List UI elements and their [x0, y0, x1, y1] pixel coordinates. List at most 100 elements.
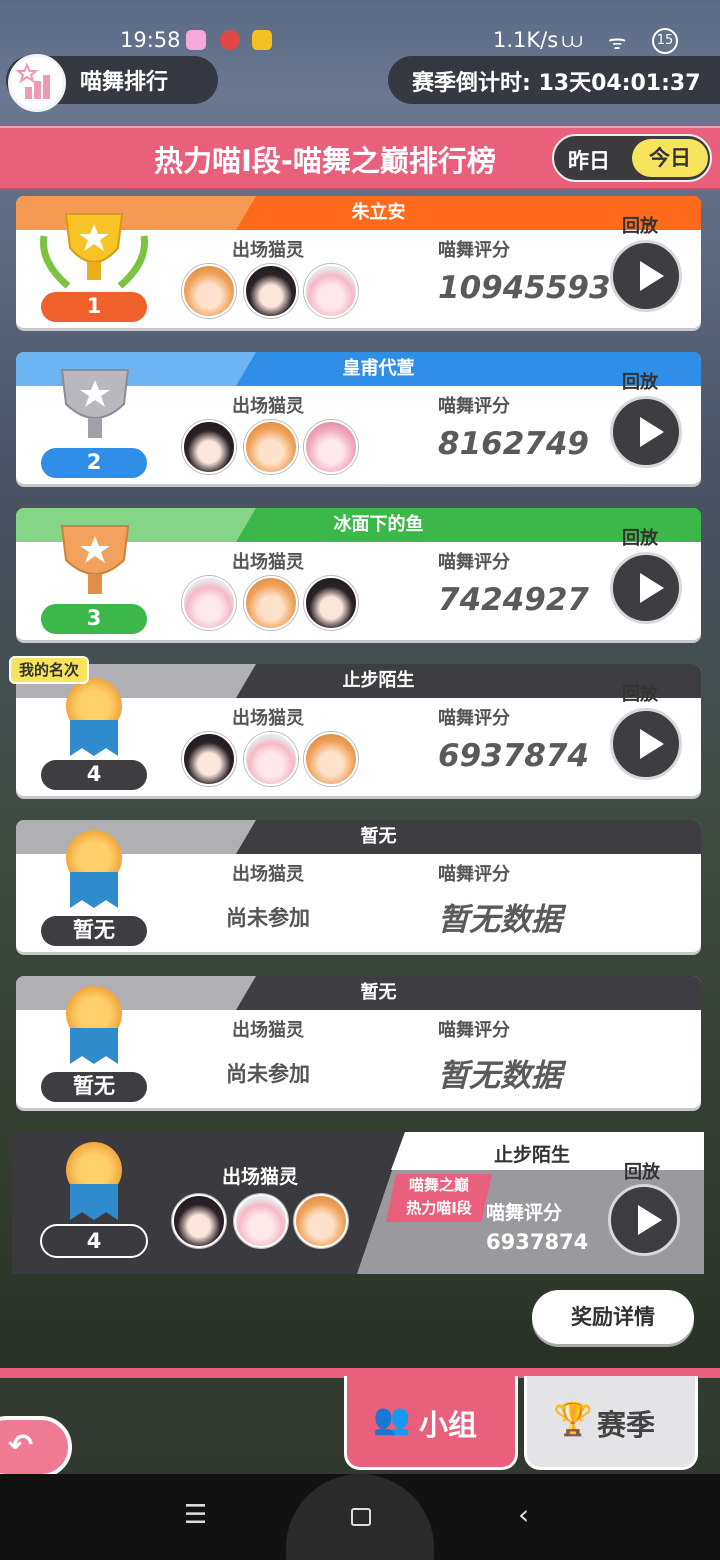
silver-trophy-icon	[50, 364, 140, 448]
menu-icon[interactable]: ☰	[184, 1500, 207, 1530]
character-avatar	[182, 264, 236, 318]
my-score: 6937874	[486, 1230, 589, 1254]
day-toggle[interactable]: 昨日 今日	[552, 134, 712, 182]
score-label: 喵舞评分	[438, 864, 510, 885]
player-name: 冰面下的鱼	[333, 514, 424, 535]
app-notification-icon	[186, 30, 206, 50]
replay-label: 回放	[622, 528, 658, 549]
characters-label: 出场猫灵	[232, 864, 304, 885]
no-data-text: 暂无数据	[438, 1058, 562, 1094]
rank-badge: 暂无	[41, 916, 147, 946]
system-nav-bar: ☰ ‹	[0, 1474, 720, 1560]
characters-label: 出场猫灵	[232, 396, 304, 417]
no-data-text: 暂无数据	[438, 902, 562, 938]
my-player-name: 止步陌生	[493, 1144, 570, 1166]
character-avatar	[244, 576, 298, 630]
rank-badge: 2	[41, 448, 147, 478]
medal-ribbon	[70, 872, 118, 908]
replay-play-button[interactable]	[610, 708, 682, 780]
character-avatar	[234, 1194, 288, 1248]
characters-label: 出场猫灵	[232, 1020, 304, 1041]
player-name: 止步陌生	[342, 670, 415, 691]
season-countdown: 赛季倒计时: 13天04:01:37	[412, 71, 701, 96]
player-score: 6937874	[438, 738, 589, 774]
character-avatar	[182, 732, 236, 786]
tab-season-label: 赛季	[597, 1408, 656, 1442]
group-people-icon: 👥	[373, 1402, 411, 1437]
rank-badge: 暂无	[41, 1072, 147, 1102]
battery-icon: 15	[652, 28, 678, 54]
medal-ribbon	[70, 1028, 118, 1064]
tab-group[interactable]: 👥 小组	[344, 1376, 518, 1470]
trophy-icon: 🏆	[553, 1400, 593, 1438]
medal-ribbon	[70, 1184, 118, 1220]
replay-label: 回放	[622, 684, 658, 705]
rank-card-2: 皇甫代萱 2 出场猫灵 喵舞评分 8162749 回放	[16, 352, 701, 484]
rank-badge: 3	[41, 604, 147, 634]
replay-play-button[interactable]	[610, 240, 682, 312]
not-joined-text: 尚未参加	[226, 1062, 310, 1086]
rank-card-1: 朱立安 1 出场猫灵 喵舞评分 10945593 回放	[16, 196, 701, 328]
player-name: 皇甫代萱	[342, 358, 415, 379]
medal-ribbon	[70, 720, 118, 756]
replay-label: 回放	[622, 372, 658, 393]
score-label: 喵舞评分	[438, 708, 510, 729]
characters-label: 出场猫灵	[232, 708, 304, 729]
score-label: 喵舞评分	[438, 240, 510, 261]
rank-badge: 4	[41, 760, 147, 790]
my-summary-panel: 4 出场猫灵 止步陌生 喵舞之巅 热力喵I段 喵舞评分 6937874 回放	[12, 1132, 704, 1274]
replay-play-button[interactable]	[608, 1184, 680, 1256]
character-avatar	[304, 264, 358, 318]
chat-notification-icon	[252, 30, 272, 50]
rank-card-4: 止步陌生 4 出场猫灵 喵舞评分 6937874 回放	[16, 664, 701, 796]
rank-badge: 1	[41, 292, 147, 322]
rank-card-5: 暂无 暂无 出场猫灵 喵舞评分 尚未参加 暂无数据	[16, 820, 701, 952]
character-avatar	[304, 420, 358, 474]
back-arrow-icon: ↶	[8, 1428, 34, 1463]
player-score: 10945593	[438, 270, 611, 306]
replay-label: 回放	[624, 1162, 660, 1183]
league-tag: 喵舞之巅 热力喵I段	[386, 1174, 492, 1222]
reward-details-button[interactable]: 奖励详情	[532, 1290, 694, 1344]
page-title: 喵舞排行	[80, 70, 169, 95]
status-bar: 19:58 1.1K/s ⩊ ᯤ 15	[0, 0, 720, 56]
toggle-yesterday[interactable]: 昨日	[568, 145, 610, 175]
score-label: 喵舞评分	[438, 1020, 510, 1041]
player-name: 暂无	[360, 826, 397, 847]
status-time: 19:58	[120, 28, 181, 52]
replay-label: 回放	[622, 216, 658, 237]
character-avatar	[182, 420, 236, 474]
tab-group-label: 小组	[419, 1408, 478, 1442]
rank-card-3: 冰面下的鱼 3 出场猫灵 喵舞评分 7424927 回放	[16, 508, 701, 640]
ranking-icon	[8, 54, 66, 112]
back-button[interactable]: ↶	[0, 1416, 72, 1478]
score-label: 喵舞评分	[438, 552, 510, 573]
player-score: 8162749	[438, 426, 589, 462]
score-label: 喵舞评分	[486, 1202, 563, 1224]
bronze-trophy-icon	[50, 520, 140, 604]
nav-back-icon[interactable]: ‹	[518, 1498, 529, 1531]
replay-play-button[interactable]	[610, 552, 682, 624]
game-notification-icon	[220, 30, 240, 50]
character-avatar	[304, 732, 358, 786]
player-name: 朱立安	[351, 202, 406, 223]
characters-label: 出场猫灵	[222, 1166, 299, 1188]
network-speed: 1.1K/s	[493, 28, 559, 52]
home-icon[interactable]	[351, 1508, 371, 1526]
score-label: 喵舞评分	[438, 396, 510, 417]
volte-icon: ⩊	[562, 28, 583, 52]
wifi-icon: ᯤ	[608, 30, 627, 54]
character-avatar	[244, 732, 298, 786]
replay-play-button[interactable]	[610, 396, 682, 468]
character-avatar	[304, 576, 358, 630]
character-avatar	[172, 1194, 226, 1248]
my-rank-tag: 我的名次	[9, 656, 90, 684]
league-line-1: 喵舞之巅	[408, 1176, 469, 1194]
rank-card-6: 暂无 暂无 出场猫灵 喵舞评分 尚未参加 暂无数据	[16, 976, 701, 1108]
toggle-today[interactable]: 今日	[632, 139, 708, 177]
player-score: 7424927	[438, 582, 589, 618]
tab-season[interactable]: 🏆 赛季	[524, 1376, 698, 1470]
my-rank-badge: 4	[40, 1224, 148, 1258]
player-name: 暂无	[360, 982, 397, 1003]
character-avatar	[244, 420, 298, 474]
